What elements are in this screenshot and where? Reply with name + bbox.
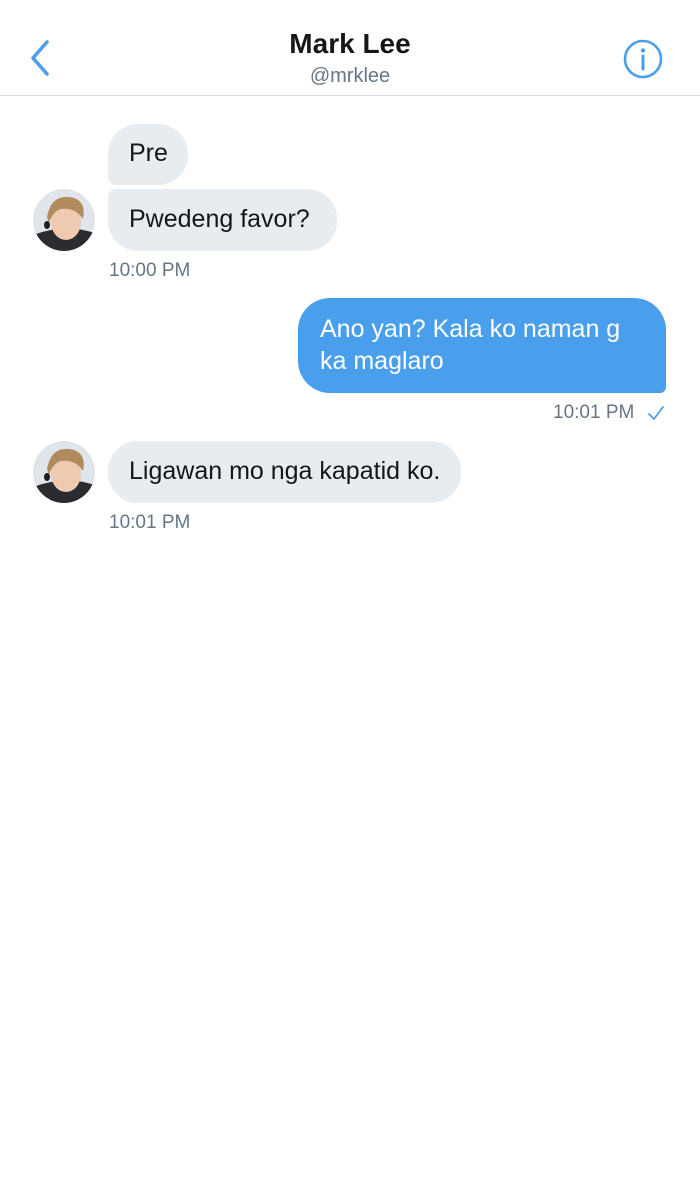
- conversation-header: Mark Lee @mrklee: [0, 0, 700, 96]
- message-timestamp: 10:01 PM: [553, 402, 635, 423]
- profile-photo: [33, 441, 95, 503]
- message-text: Pwedeng favor?: [129, 205, 310, 233]
- message-timestamp: 10:00 PM: [109, 260, 191, 281]
- check-icon: [648, 406, 664, 420]
- message-timestamp: 10:01 PM: [109, 512, 191, 533]
- info-button[interactable]: [622, 38, 664, 80]
- conversation-handle: @mrklee: [309, 65, 391, 87]
- message-bubble-incoming[interactable]: Ligawan mo nga kapatid ko.: [108, 441, 462, 503]
- avatar[interactable]: [33, 441, 95, 503]
- message-bubble-incoming[interactable]: Pre: [108, 124, 188, 185]
- dm-conversation-screen: Mark Lee @mrklee Pre Pwedeng favor? 10:0…: [0, 0, 700, 1200]
- message-bubble-outgoing[interactable]: Ano yan? Kala ko naman g ka maglaro: [298, 298, 666, 393]
- message-text: Ligawan mo nga kapatid ko.: [129, 457, 441, 485]
- avatar[interactable]: [33, 189, 95, 251]
- message-text: Ano yan? Kala ko naman g ka maglaro: [320, 315, 621, 375]
- message-bubble-incoming[interactable]: Pwedeng favor?: [108, 189, 337, 251]
- info-icon: [623, 39, 663, 79]
- conversation-name[interactable]: Mark Lee: [0, 28, 700, 60]
- profile-photo: [33, 189, 95, 251]
- message-text: Pre: [129, 139, 168, 167]
